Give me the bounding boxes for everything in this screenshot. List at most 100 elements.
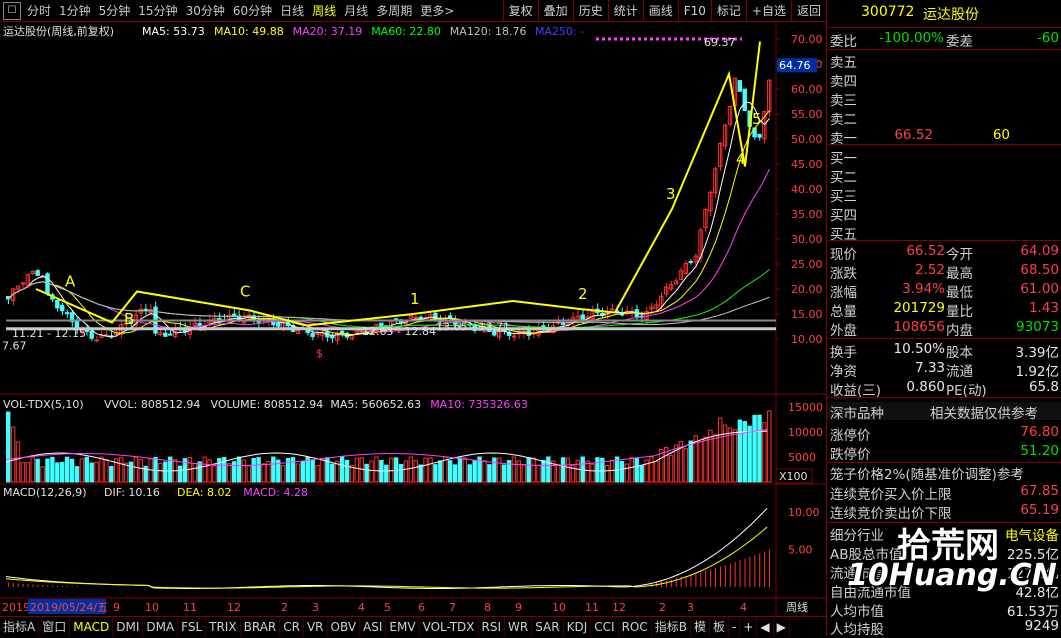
volume-bar <box>713 434 718 483</box>
period-tab-6[interactable]: 日线 <box>276 2 308 19</box>
ma-label-1: MA10: 49.88 <box>214 25 284 38</box>
date-label-3: 10 <box>145 601 159 614</box>
limit-down-value: 51.20 <box>1020 443 1059 459</box>
scroll-right-icon[interactable]: ▶ <box>774 616 790 637</box>
date-label-7: 3 <box>312 601 319 614</box>
period-tab-4[interactable]: 30分钟 <box>182 2 229 19</box>
range-label-2: 13.65 - 13.71 <box>436 321 510 334</box>
volume-bar <box>585 460 590 483</box>
volume-bar <box>403 460 409 483</box>
indicator-tab-8[interactable]: CR <box>280 616 304 637</box>
tool-button-5[interactable]: F10 <box>677 0 711 22</box>
volume-bar <box>398 463 404 483</box>
date-label-1: 2019/05/24/五 <box>30 601 108 614</box>
indicator-tab-1[interactable]: 窗口 <box>39 616 71 637</box>
indicator-tab-2[interactable]: MACD <box>70 616 114 637</box>
share-row-0: 换手 10.50% 股本 3.39亿 <box>827 341 1061 361</box>
sell-row-5: 卖五 <box>827 51 1061 71</box>
dividend-marker: $ <box>316 347 323 360</box>
indicator-tab-15[interactable]: WR <box>505 616 533 637</box>
indicator-tab-12[interactable]: EMV <box>386 616 420 637</box>
indicator-tab-21[interactable]: 模 <box>691 616 710 637</box>
indicator-tab-3[interactable]: DMI <box>113 616 144 637</box>
chart-area[interactable]: 运达股份(周线,前复权) MA5: 53.73 MA10: 49.88 MA20: 3… <box>0 22 826 616</box>
support-band-upper <box>6 319 776 322</box>
price-tick-label: 20.00 <box>791 283 823 296</box>
kline-chart[interactable]: 运达股份(周线,前复权) MA5: 53.73 MA10: 49.88 MA20: 3… <box>0 22 826 616</box>
indicator-tab-10[interactable]: OBV <box>328 616 361 637</box>
indicator-tab-20[interactable]: 指标B <box>652 616 691 637</box>
indicator-tab-13[interactable]: VOL-TDX <box>420 616 479 637</box>
period-tab-1[interactable]: 1分钟 <box>55 2 95 19</box>
tool-button-0[interactable]: 复权 <box>502 0 538 22</box>
tool-button-2[interactable]: 历史 <box>572 0 608 22</box>
tool-button-8[interactable]: 返回 <box>790 0 826 22</box>
date-label-18: 3 <box>687 601 694 614</box>
period-tab-10[interactable]: 更多> <box>416 2 458 19</box>
limit-up-value: 76.80 <box>1020 424 1059 440</box>
volume-bar <box>344 459 350 483</box>
indicator-tab-16[interactable]: SAR <box>532 616 564 637</box>
ma-label-3: MA60: 22.80 <box>371 25 441 38</box>
volume-bar <box>767 410 772 483</box>
volume-bar <box>742 421 747 483</box>
ma120-line <box>8 281 770 326</box>
indicator-tab-17[interactable]: KDJ <box>564 616 592 637</box>
indicator-tab-4[interactable]: DMA <box>143 616 179 637</box>
stat-value: 93073 <box>1016 319 1059 335</box>
period-tab-9[interactable]: 多周期 <box>372 2 416 19</box>
volume-bar <box>192 463 197 483</box>
price-tick-label: 10.00 <box>791 333 823 346</box>
auction-up-value: 67.85 <box>1020 483 1059 499</box>
auction-up-row: 连续竞价买入价上限 67.85 <box>827 483 1061 503</box>
tool-button-1[interactable]: 叠加 <box>537 0 573 22</box>
indicator-tab-5[interactable]: FSL <box>178 616 207 637</box>
volume-bar <box>354 457 360 483</box>
indicator-tab-22[interactable]: 板 <box>710 616 729 637</box>
indicator-tab-7[interactable]: BRAR <box>241 616 281 637</box>
indicator-tab-14[interactable]: RSI <box>479 616 506 637</box>
volume-bar <box>605 464 610 483</box>
price-tick-label: 30.00 <box>791 233 823 246</box>
tool-button-4[interactable]: 画线 <box>642 0 678 22</box>
period-tab-7[interactable]: 周线 <box>308 2 340 19</box>
volume-bar <box>531 457 536 483</box>
holders-row: 人均持股 9249 <box>827 618 1061 638</box>
tool-button-7[interactable]: +自选 <box>745 0 791 22</box>
period-tab-3[interactable]: 15分钟 <box>134 2 181 19</box>
zoom-out-icon[interactable]: - <box>729 616 741 637</box>
vol-title: VOL-TDX(5,10) <box>3 398 84 411</box>
volume-bar <box>727 427 733 483</box>
zoom-in-icon[interactable]: + <box>740 616 758 637</box>
price-tick-label: 15.00 <box>791 308 823 321</box>
ma-label-2: MA20: 37.19 <box>293 25 363 38</box>
indicator-tab-6[interactable]: TRIX <box>206 616 241 637</box>
period-tab-8[interactable]: 月线 <box>340 2 372 19</box>
candle-body <box>310 333 315 338</box>
indicator-tab-18[interactable]: CCI <box>591 616 619 637</box>
share-row-2: 收益(三) 0.860 PE(动) 65.8 <box>827 379 1061 399</box>
period-tab-5[interactable]: 60分钟 <box>229 2 276 19</box>
tool-button-6[interactable]: 标记 <box>710 0 746 22</box>
indicator-tab-19[interactable]: ROC <box>619 616 652 637</box>
buy-label: 买二 <box>830 170 857 186</box>
industry-row: 细分行业 电气设备 <box>827 524 1061 544</box>
market-label: 深市品种 <box>830 406 884 422</box>
indicator-tab-0[interactable]: 指标A <box>0 616 40 637</box>
sell-label: 卖三 <box>830 93 857 109</box>
volume-bar <box>536 464 541 483</box>
volume-bar <box>25 462 31 483</box>
volume-bar <box>717 417 723 483</box>
volume-bar <box>261 463 266 483</box>
tool-button-3[interactable]: 统计 <box>607 0 643 22</box>
buy-row-4: 买四 <box>827 204 1061 224</box>
menu-checkbox-icon[interactable]: ☐ <box>3 1 21 20</box>
indicator-tab-9[interactable]: VR <box>304 616 328 637</box>
volume-bar <box>408 456 414 483</box>
period-tab-0[interactable]: 分时 <box>23 2 55 19</box>
period-tab-2[interactable]: 5分钟 <box>95 2 135 19</box>
volume-bar <box>236 456 242 483</box>
scroll-left-icon[interactable]: ◀ <box>757 616 774 637</box>
macd-dif-line <box>5 507 768 589</box>
indicator-tab-11[interactable]: ASI <box>360 616 387 637</box>
